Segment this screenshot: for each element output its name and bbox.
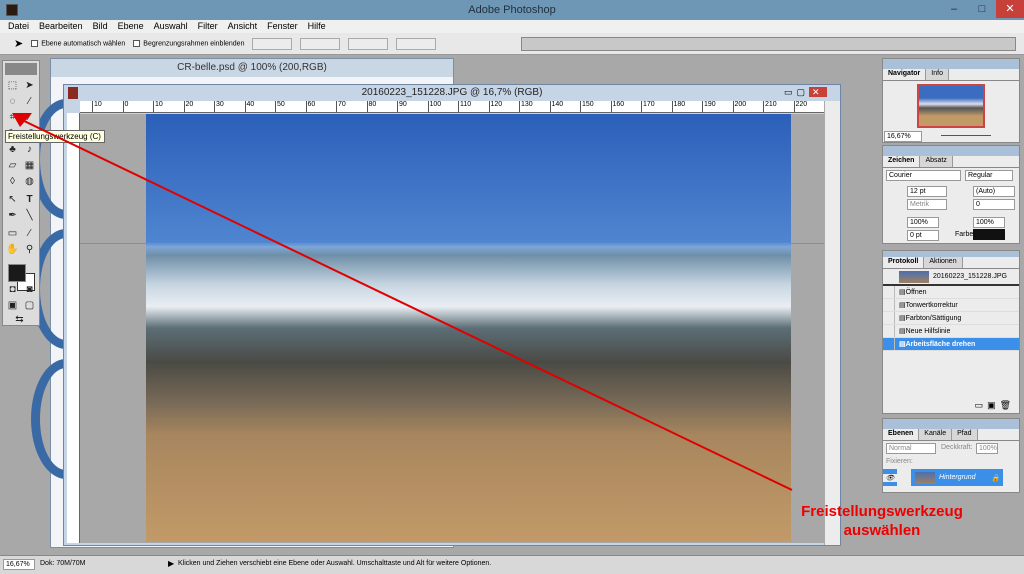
- annotation-text: Freistellungswerkzeug auswählen: [792, 502, 972, 540]
- tab-protokoll[interactable]: Protokoll: [883, 257, 925, 268]
- status-hint: Klicken und Ziehen verschiebt eine Ebene…: [178, 560, 492, 567]
- brush-icon: [897, 469, 911, 486]
- arrow-line: [19, 118, 793, 491]
- tab-zeichen[interactable]: Zeichen: [883, 156, 921, 167]
- opacity-label: Deckkraft:: [941, 444, 973, 451]
- layer-name: Hintergrund: [939, 474, 976, 481]
- lock-label: Fixieren:: [886, 458, 913, 465]
- history-panel: Protokoll Aktionen 20160223_151228.JPG ▤ …: [882, 250, 1020, 414]
- layer-row[interactable]: 👁 Hintergrund 🔒: [883, 469, 1003, 486]
- leading-select[interactable]: (Auto): [973, 186, 1015, 197]
- history-item[interactable]: ▤ Neue Hilfslinie: [883, 325, 1019, 338]
- annotation-line: auswählen: [843, 522, 921, 539]
- vertical-scale-field[interactable]: 100%: [907, 217, 939, 228]
- navigator-panel: Navigator Info 16,67%: [882, 58, 1020, 143]
- snapshot-label: 20160223_151228.JPG: [933, 273, 1007, 280]
- history-snapshot[interactable]: 20160223_151228.JPG: [883, 269, 1019, 286]
- font-family-select[interactable]: Courier: [886, 170, 961, 181]
- annotation-arrow: [12, 113, 793, 491]
- tab-aktionen[interactable]: Aktionen: [924, 257, 963, 268]
- font-style-select[interactable]: Regular: [965, 170, 1013, 181]
- tab-kanaele[interactable]: Kanäle: [919, 429, 953, 440]
- text-color-swatch[interactable]: [973, 229, 1005, 240]
- tracking-select[interactable]: 0: [973, 199, 1015, 210]
- arrow-head: [12, 113, 32, 127]
- status-bar: 16,67% Dok: 70M/70M ▶ Klicken und Ziehen…: [0, 555, 1024, 574]
- layers-panel: Ebenen Kanäle Pfad Normal Deckkraft: 100% …: [882, 418, 1020, 493]
- tab-pfad[interactable]: Pfad: [952, 429, 978, 440]
- opacity-field[interactable]: 100%: [976, 443, 998, 454]
- history-item[interactable]: ▤ Farbton/Sättigung: [883, 312, 1019, 325]
- history-item[interactable]: ▤ Öffnen: [883, 286, 1019, 299]
- status-zoom-field[interactable]: 16,67%: [3, 559, 35, 570]
- tab-ebenen[interactable]: Ebenen: [883, 429, 920, 440]
- character-panel: Zeichen Absatz Courier Regular 12 pt (Aut…: [882, 145, 1020, 244]
- kerning-select[interactable]: Metrik: [907, 199, 947, 210]
- horizontal-scale-field[interactable]: 100%: [973, 217, 1005, 228]
- blend-mode-select[interactable]: Normal: [886, 443, 936, 454]
- navigator-thumbnail[interactable]: [917, 84, 985, 128]
- zoom-slider[interactable]: [941, 135, 991, 136]
- history-buttons[interactable]: ▭▣🗑: [975, 400, 1015, 411]
- history-item-selected[interactable]: ▤ Arbeitsfläche drehen: [883, 338, 1019, 351]
- lock-icon: 🔒: [991, 474, 1000, 482]
- baseline-shift-field[interactable]: 0 pt: [907, 230, 939, 241]
- annotation-line: Freistellungswerkzeug: [801, 503, 963, 520]
- layer-thumbnail: [915, 471, 935, 484]
- tab-navigator[interactable]: Navigator: [883, 69, 927, 80]
- font-size-select[interactable]: 12 pt: [907, 186, 947, 197]
- tab-info[interactable]: Info: [926, 69, 949, 80]
- status-menu-arrow[interactable]: ▶: [168, 559, 174, 568]
- navigator-zoom-field[interactable]: 16,67%: [884, 131, 922, 142]
- tab-absatz[interactable]: Absatz: [920, 156, 953, 167]
- document-size: Dok: 70M/70M: [40, 560, 86, 567]
- visibility-eye-icon[interactable]: 👁: [883, 473, 897, 482]
- history-item[interactable]: ▤ Tonwertkorrektur: [883, 299, 1019, 312]
